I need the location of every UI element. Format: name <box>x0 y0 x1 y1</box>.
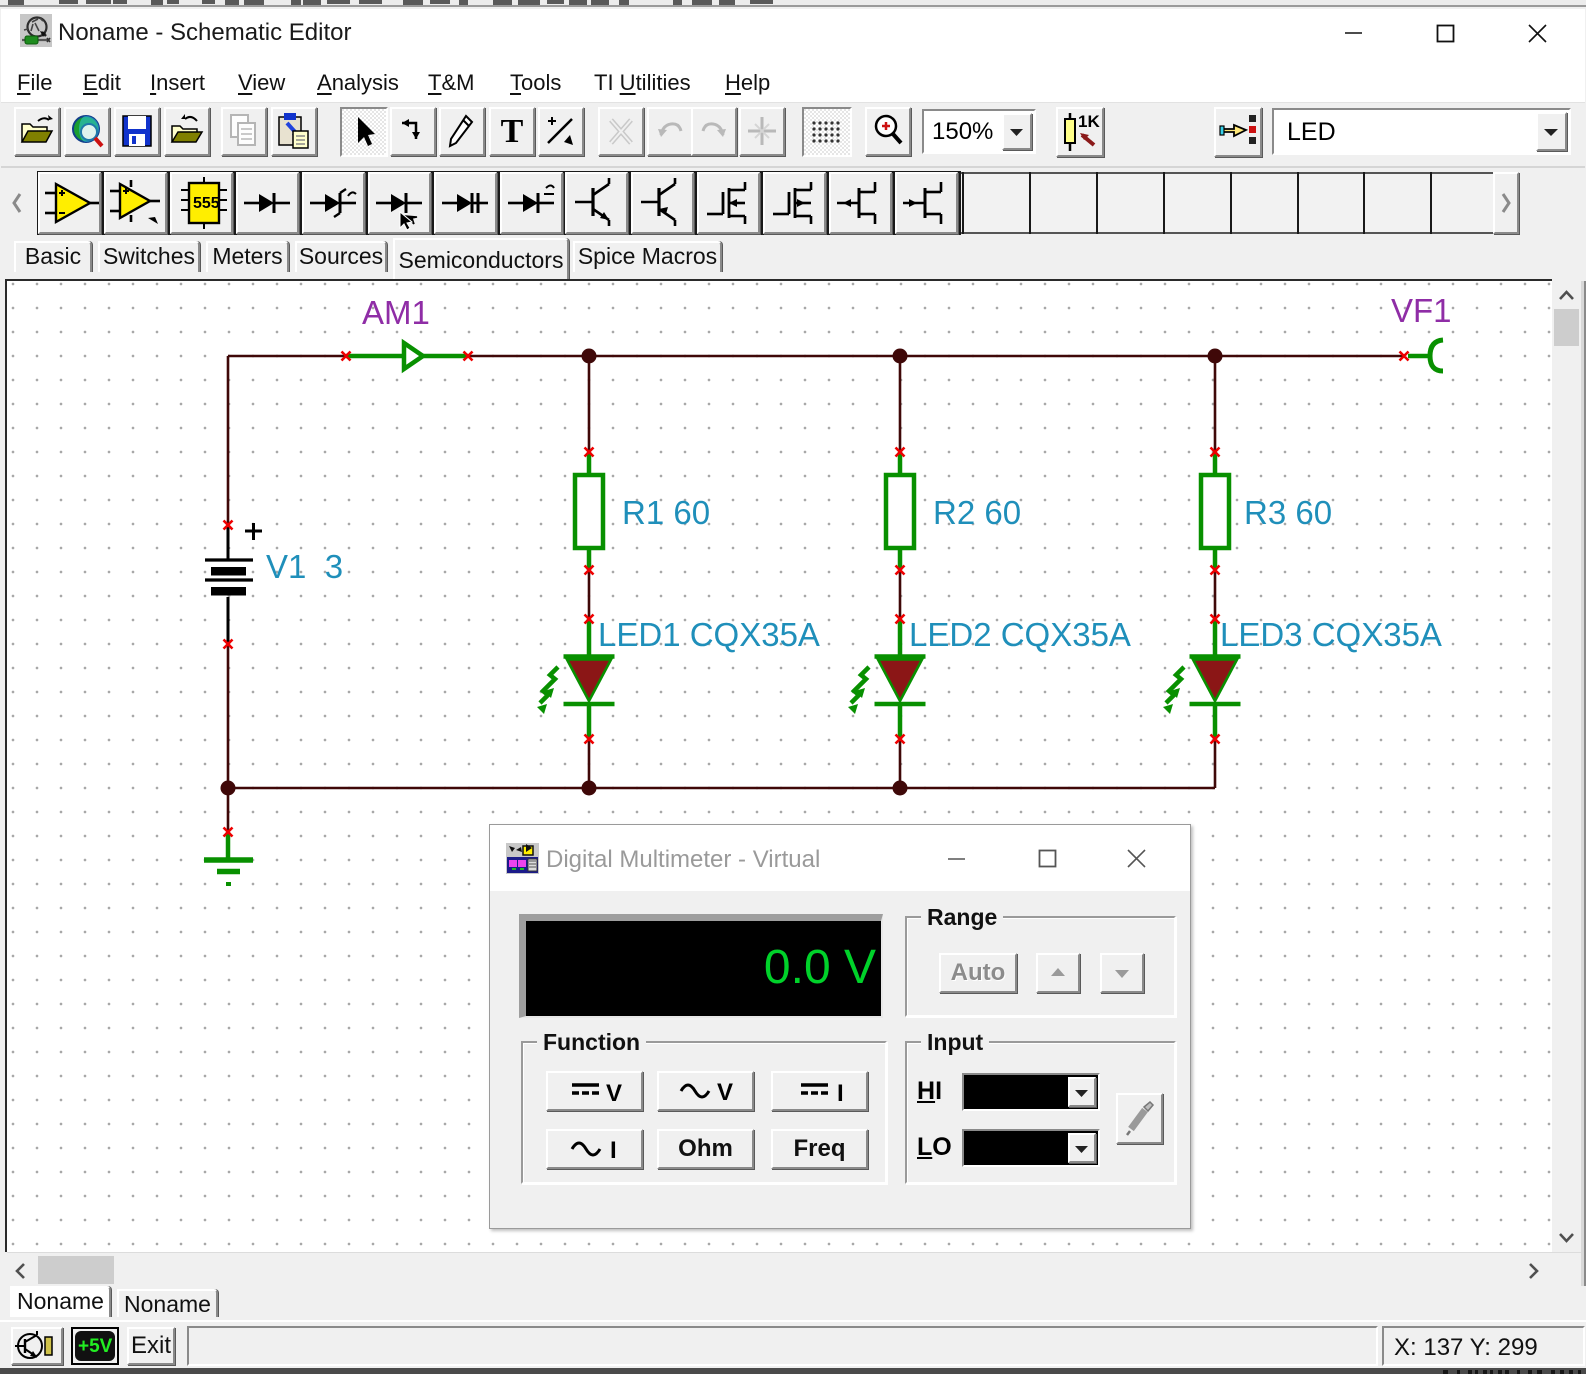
svg-text:V: V <box>717 1079 733 1106</box>
svg-text:555: 555 <box>193 195 220 212</box>
svg-text:R2 60: R2 60 <box>933 494 1021 531</box>
svg-text:R3 60: R3 60 <box>1244 494 1332 531</box>
svg-text:AM1: AM1 <box>362 294 430 331</box>
svg-text:LED1 CQX35A: LED1 CQX35A <box>598 616 820 653</box>
svg-text:I: I <box>610 1137 617 1164</box>
svg-text:LED2 CQX35A: LED2 CQX35A <box>909 616 1131 653</box>
svg-text:R1 60: R1 60 <box>622 494 710 531</box>
svg-text:1K: 1K <box>1078 112 1100 131</box>
svg-text:V: V <box>606 1080 622 1107</box>
svg-text:VF1: VF1 <box>1391 292 1452 329</box>
svg-text:LED3 CQX35A: LED3 CQX35A <box>1220 616 1442 653</box>
svg-text:V1 3: V1 3 <box>266 548 343 585</box>
svg-text:I: I <box>837 1080 844 1107</box>
